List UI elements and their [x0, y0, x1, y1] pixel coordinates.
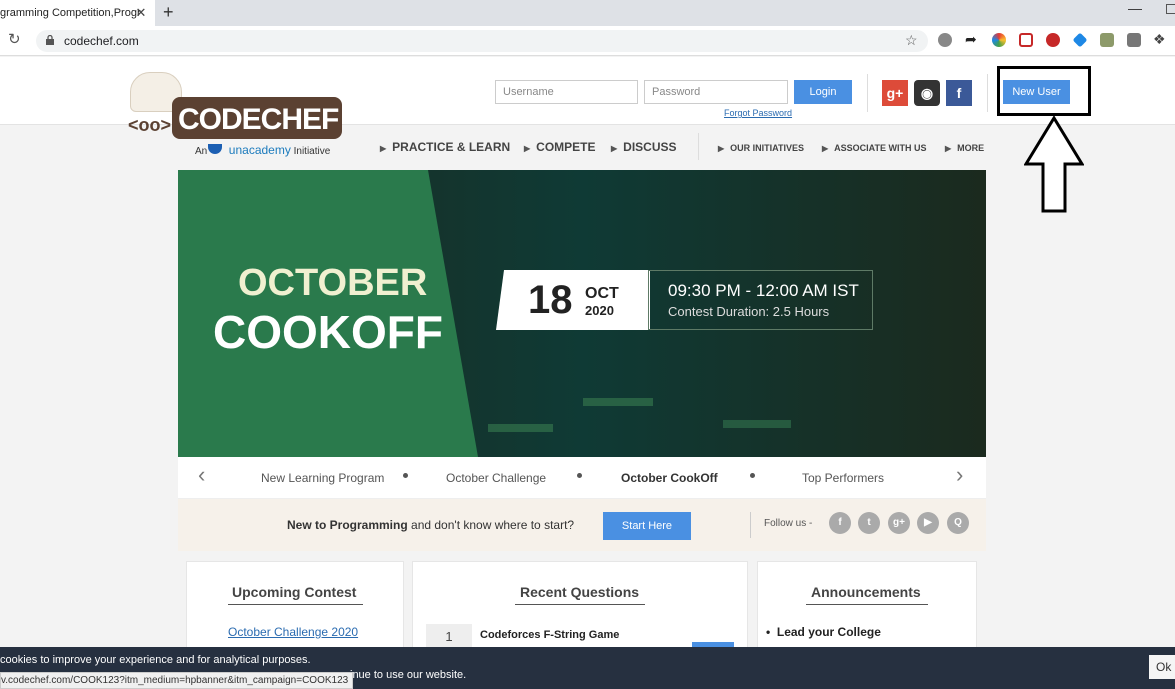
github-icon[interactable]: ◉ [914, 80, 940, 106]
title-underline [228, 604, 363, 605]
banner-time: 09:30 PM - 12:00 AM IST [668, 281, 859, 300]
username-input[interactable] [495, 80, 638, 104]
color-picker-extension-icon[interactable] [992, 33, 1006, 47]
password-input[interactable] [644, 80, 788, 104]
chevron-right-icon[interactable]: › [956, 462, 963, 488]
reload-icon[interactable]: ↻ [8, 30, 21, 48]
triangle-right-icon: ▶ [611, 144, 618, 153]
nav-our-initiatives[interactable]: ▶ OUR INITIATIVES [718, 143, 804, 153]
browser-tab[interactable]: gramming Competition,Progr [0, 0, 155, 26]
announcement-label: Lead your College [776, 625, 881, 639]
nav-label: DISCUSS [623, 140, 677, 154]
status-url-tooltip: v.codechef.com/COOK123?itm_medium=hpbann… [0, 672, 354, 689]
banner-year: 2020 [585, 303, 614, 318]
maximize-icon[interactable] [1166, 4, 1175, 14]
carousel-separator [577, 473, 582, 478]
youtube-icon[interactable]: ▶ [917, 512, 939, 534]
triangle-right-icon: ▶ [524, 144, 531, 153]
puzzle-extensions-icon[interactable]: ❖ [1153, 31, 1166, 48]
bookmark-star-icon[interactable]: ☆ [905, 32, 918, 49]
browser-tab-bar [0, 0, 1175, 26]
cookie-ok-button[interactable]: Ok [1149, 655, 1175, 679]
announcement-item[interactable]: • Lead your College [766, 625, 881, 639]
banner-day: 18 [528, 278, 573, 322]
carousel-separator [750, 473, 755, 478]
mustache-logo-icon: <oo> [128, 115, 172, 135]
triangle-right-icon: ▶ [945, 144, 952, 153]
logo-sub-suffix: Initiative [293, 146, 331, 157]
nav-divider [698, 133, 699, 160]
banner-month: OCT [585, 285, 619, 302]
help-text-rest: and don't know where to start? [407, 518, 575, 532]
title-underline [806, 604, 928, 605]
nav-compete[interactable]: ▶ COMPETE [524, 140, 596, 154]
carousel-separator [403, 473, 408, 478]
logo-sub-prefix: An [195, 146, 208, 157]
twitter-icon[interactable]: t [858, 512, 880, 534]
image-extension-icon[interactable] [1100, 33, 1114, 47]
nav-discuss[interactable]: ▶ DISCUSS [611, 140, 677, 154]
forgot-password-link[interactable]: Forgot Password [724, 108, 792, 118]
triangle-right-icon: ▶ [380, 144, 387, 153]
header-divider [867, 74, 868, 112]
google-plus-icon[interactable]: g+ [888, 512, 910, 534]
lock-icon [46, 35, 54, 45]
quora-icon[interactable]: Q [947, 512, 969, 534]
question-link[interactable]: Codeforces F-String Game [480, 629, 619, 641]
facebook-icon[interactable]: f [946, 80, 972, 106]
carousel-item[interactable]: New Learning Program [261, 471, 384, 485]
share-arrow-icon[interactable]: ➦ [965, 31, 977, 48]
start-here-button[interactable]: Start Here [603, 512, 691, 540]
google-plus-icon[interactable]: g+ [882, 80, 908, 106]
carousel-item[interactable]: October Challenge [446, 471, 546, 485]
logo[interactable]: CODECHEF [178, 103, 339, 137]
nav-label: OUR INITIATIVES [730, 143, 804, 153]
help-divider [750, 512, 751, 538]
chevron-left-icon[interactable]: ‹ [198, 462, 205, 488]
url-text[interactable]: codechef.com [64, 34, 139, 48]
banner-duration: Contest Duration: 2.5 Hours [668, 304, 830, 319]
cookie-text-line1: cookies to improve your experience and f… [0, 654, 311, 666]
tab-close-icon[interactable]: ✕ [133, 5, 149, 21]
login-button[interactable]: Login [794, 80, 852, 104]
annotation-up-arrow-icon [1024, 116, 1084, 213]
window-extension-icon[interactable] [1127, 33, 1141, 47]
address-bar[interactable] [36, 30, 928, 52]
skype-extension-icon[interactable] [938, 33, 952, 47]
follow-us-label: Follow us - [764, 518, 813, 529]
facebook-icon[interactable]: f [829, 512, 851, 534]
contest-link[interactable]: October Challenge 2020 [228, 625, 358, 639]
nav-label: ASSOCIATE WITH US [834, 143, 927, 153]
upcoming-contest-title: Upcoming Contest [232, 584, 357, 600]
cookie-text-line2: inue to use our website. [350, 669, 467, 681]
nav-more[interactable]: ▶ MORE [945, 143, 984, 153]
minimize-icon[interactable]: — [1128, 0, 1142, 16]
red-extension-icon[interactable] [1046, 33, 1060, 47]
annotation-highlight-box [997, 66, 1091, 116]
carousel-item-active[interactable]: October CookOff [621, 471, 718, 485]
help-text-bold: New to Programming [287, 518, 408, 532]
banner-title-line2: COOKOFF [213, 306, 443, 358]
help-text: New to Programming and don't know where … [287, 518, 574, 532]
logo-sub-brand: unacademy [228, 143, 291, 157]
title-underline [515, 604, 645, 605]
triangle-right-icon: ▶ [718, 144, 725, 153]
triangle-right-icon: ▶ [822, 144, 829, 153]
nav-label: MORE [957, 143, 985, 153]
new-tab-icon[interactable]: + [163, 2, 174, 23]
carousel-item[interactable]: Top Performers [802, 471, 884, 485]
date-card [496, 270, 650, 330]
announcements-title: Announcements [811, 584, 921, 600]
pocket-extension-icon[interactable] [1019, 33, 1033, 47]
nav-label: PRACTICE & LEARN [392, 140, 511, 154]
header-divider [987, 74, 988, 112]
banner-title-line1: OCTOBER [238, 262, 428, 304]
nav-associate-with-us[interactable]: ▶ ASSOCIATE WITH US [822, 143, 927, 153]
recent-questions-title: Recent Questions [520, 584, 640, 600]
nav-label: COMPETE [536, 140, 596, 154]
nav-practice-learn[interactable]: ▶ PRACTICE & LEARN [380, 140, 510, 154]
